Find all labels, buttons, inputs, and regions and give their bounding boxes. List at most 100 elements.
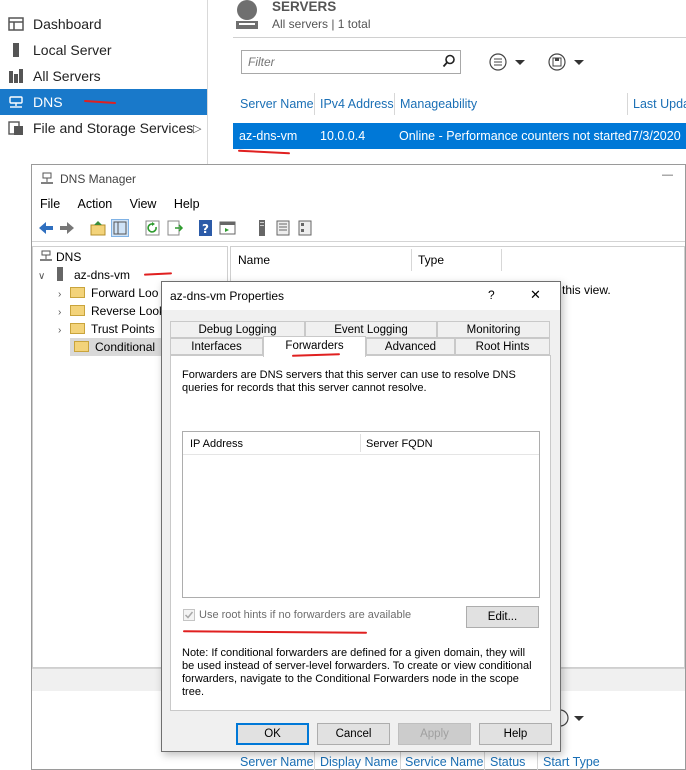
nav-label: DNS bbox=[33, 94, 63, 110]
tree-label: az-dns-vm bbox=[74, 268, 131, 282]
services-col-service[interactable]: Service Name bbox=[405, 755, 484, 769]
column-separator bbox=[501, 249, 502, 271]
folder-icon bbox=[70, 305, 85, 316]
all-servers-icon bbox=[8, 68, 24, 84]
tree-root-dns[interactable]: DNS bbox=[40, 248, 81, 266]
nav-item-all-servers[interactable]: All Servers bbox=[0, 63, 207, 89]
show-tree-icon[interactable] bbox=[111, 219, 129, 237]
menu-view[interactable]: View bbox=[130, 197, 157, 211]
forwarders-list[interactable]: IP Address Server FQDN bbox=[182, 431, 540, 598]
menu-help[interactable]: Help bbox=[174, 197, 200, 211]
server-icon[interactable] bbox=[253, 219, 271, 237]
list-options-button[interactable] bbox=[488, 52, 530, 75]
forward-icon[interactable] bbox=[58, 219, 76, 237]
column-separator bbox=[484, 752, 485, 770]
chevron-down-icon[interactable]: ∨ bbox=[38, 268, 50, 286]
toolbar bbox=[32, 215, 685, 242]
folder-icon bbox=[74, 341, 89, 352]
export-list-icon[interactable] bbox=[166, 219, 184, 237]
col-ipv4[interactable]: IPv4 Address bbox=[320, 97, 394, 111]
col-last-update[interactable]: Last Upda bbox=[633, 97, 686, 111]
chevron-right-icon[interactable]: › bbox=[58, 322, 70, 340]
tree-item-conditional[interactable]: Conditional bbox=[70, 338, 168, 356]
tab-advanced[interactable]: Advanced bbox=[366, 338, 455, 355]
filter-input[interactable] bbox=[246, 51, 440, 73]
refresh-icon[interactable] bbox=[144, 219, 162, 237]
window-title: DNS Manager bbox=[60, 172, 137, 186]
properties-icon[interactable] bbox=[219, 219, 237, 237]
tree-server[interactable]: ∨ az-dns-vm bbox=[38, 266, 130, 284]
cancel-button[interactable]: Cancel bbox=[317, 723, 390, 745]
tree-label: Reverse Look bbox=[91, 304, 166, 318]
col-server-fqdn[interactable]: Server FQDN bbox=[366, 438, 433, 450]
forwarders-description: Forwarders are DNS servers that this ser… bbox=[182, 369, 516, 394]
column-separator bbox=[411, 249, 412, 271]
close-icon[interactable]: ✕ bbox=[530, 287, 541, 303]
nav-label: Dashboard bbox=[33, 16, 102, 32]
table-row[interactable]: az-dns-vm 10.0.0.4 Online - Performance … bbox=[233, 123, 686, 149]
filter-box[interactable] bbox=[241, 50, 461, 74]
zone-list-icon[interactable] bbox=[274, 219, 292, 237]
menu-bar: File Action View Help bbox=[40, 197, 214, 211]
tab-interfaces[interactable]: Interfaces bbox=[170, 338, 263, 355]
servers-subtitle: All servers | 1 total bbox=[272, 17, 371, 31]
dialog-title: az-dns-vm Properties bbox=[170, 289, 285, 303]
services-col-start-type[interactable]: Start Type bbox=[543, 755, 600, 769]
tree-item-forward[interactable]: › Forward Loo bbox=[58, 284, 158, 302]
services-col-status[interactable]: Status bbox=[490, 755, 525, 769]
col-manageability[interactable]: Manageability bbox=[400, 97, 477, 111]
tree-label: DNS bbox=[56, 250, 82, 264]
col-ip-address[interactable]: IP Address bbox=[190, 438, 243, 450]
col-name[interactable]: Name bbox=[238, 253, 270, 267]
empty-message: this view. bbox=[562, 283, 611, 297]
nav-item-dashboard[interactable]: Dashboard bbox=[0, 11, 207, 37]
column-separator bbox=[400, 752, 401, 770]
records-icon[interactable] bbox=[296, 219, 314, 237]
dns-icon bbox=[8, 94, 24, 110]
tab-monitoring[interactable]: Monitoring bbox=[437, 321, 550, 338]
server-icon bbox=[57, 267, 63, 281]
tab-root-hints[interactable]: Root Hints bbox=[455, 338, 550, 355]
root-hints-label: Use root hints if no forwarders are avai… bbox=[199, 609, 412, 621]
services-col-display[interactable]: Display Name bbox=[320, 755, 398, 769]
help-dialog-button[interactable]: Help bbox=[479, 723, 552, 745]
dns-icon bbox=[40, 250, 52, 261]
svg-text:?: ? bbox=[202, 222, 209, 236]
nav-item-local-server[interactable]: Local Server bbox=[0, 37, 207, 63]
nav-item-file-storage[interactable]: File and Storage Services ▷ bbox=[0, 115, 207, 141]
back-icon[interactable] bbox=[37, 219, 55, 237]
cell-manageability: Online - Performance counters not starte… bbox=[399, 129, 632, 143]
menu-file[interactable]: File bbox=[40, 197, 60, 211]
search-icon[interactable] bbox=[442, 54, 456, 71]
column-separator bbox=[314, 752, 315, 770]
folder-icon bbox=[70, 287, 85, 298]
nav-label: Local Server bbox=[33, 42, 112, 58]
conditional-note: Note: If conditional forwarders are defi… bbox=[182, 647, 532, 698]
dashboard-icon bbox=[8, 16, 24, 32]
help-button[interactable]: ? bbox=[488, 288, 495, 302]
folder-icon bbox=[70, 323, 85, 334]
cell-server-name: az-dns-vm bbox=[239, 129, 298, 143]
checkmark-icon bbox=[184, 611, 194, 619]
column-separator bbox=[537, 752, 538, 770]
column-separator bbox=[314, 93, 315, 115]
servers-icon bbox=[234, 0, 264, 35]
tree-item-trust[interactable]: › Trust Points bbox=[58, 320, 155, 338]
edit-button[interactable]: Edit... bbox=[466, 606, 539, 628]
help-icon[interactable]: ? bbox=[197, 219, 215, 237]
root-hints-checkbox[interactable] bbox=[183, 609, 195, 621]
tree-item-reverse[interactable]: › Reverse Look bbox=[58, 302, 165, 320]
nav-label: File and Storage Services bbox=[33, 120, 194, 136]
local-server-icon bbox=[8, 42, 24, 58]
save-query-button[interactable] bbox=[547, 52, 589, 75]
col-type[interactable]: Type bbox=[418, 253, 444, 267]
services-col-server[interactable]: Server Name bbox=[240, 755, 314, 769]
ok-button[interactable]: OK bbox=[236, 723, 309, 745]
col-server-name[interactable]: Server Name bbox=[240, 97, 314, 111]
chevron-right-icon[interactable]: ▷ bbox=[193, 122, 201, 135]
menu-action[interactable]: Action bbox=[78, 197, 113, 211]
apply-button[interactable]: Apply bbox=[398, 723, 471, 745]
annotation-mark bbox=[237, 149, 291, 155]
up-folder-icon[interactable] bbox=[89, 219, 107, 237]
minimize-button[interactable]: — bbox=[662, 169, 673, 181]
